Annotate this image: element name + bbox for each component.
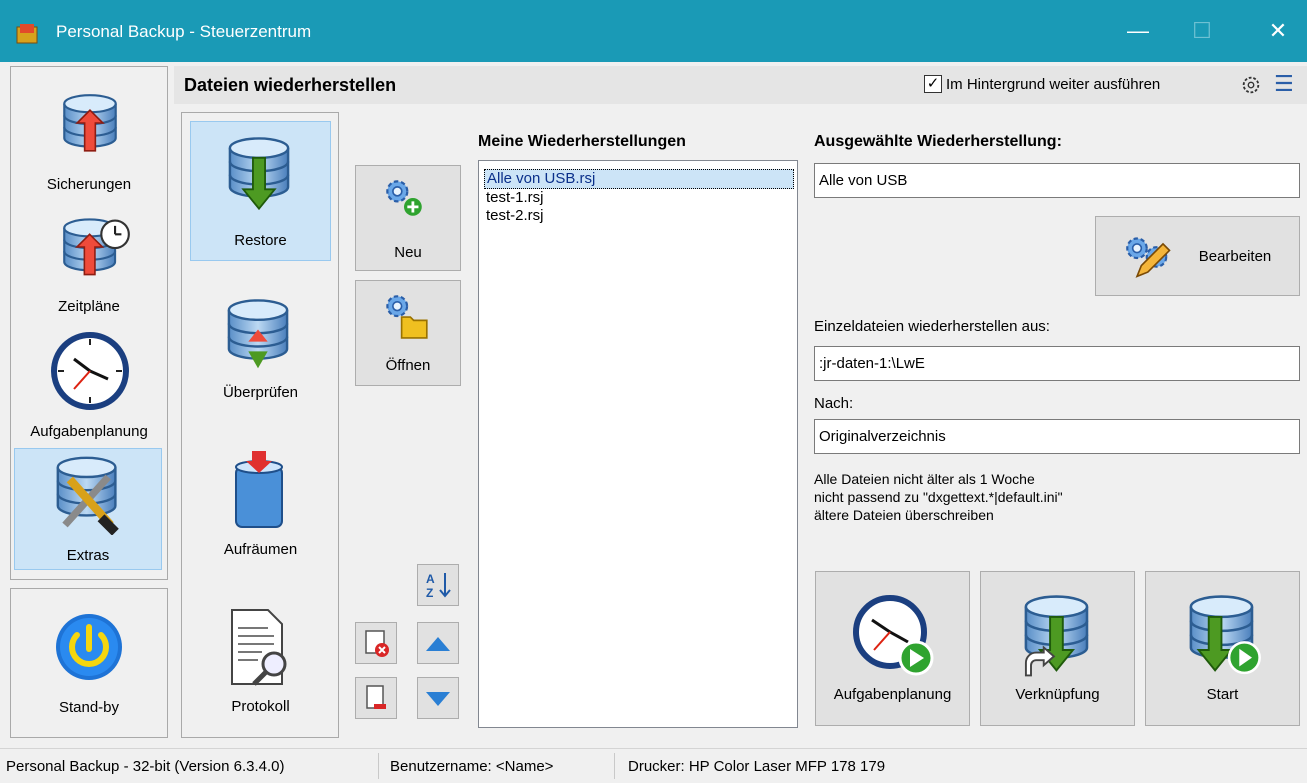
sidebar-item-label: Sicherungen [46,176,132,193]
list-item[interactable]: test-1.rsj [486,189,544,207]
sidebar-item-label: Extras [66,547,110,564]
restores-list[interactable]: Alle von USB.rsj test-1.rsj test-2.rsj [478,160,798,728]
checkbox-label: Im Hintergrund weiter ausführen [946,76,1161,93]
log-document-icon [231,609,287,686]
status-separator [614,753,615,779]
restore-from-label: Einzeldateien wiederherstellen aus: [814,318,1050,335]
restores-title: Meine Wiederherstellungen [478,133,686,150]
minimize-button[interactable]: — [1118,16,1158,46]
delete-button[interactable] [355,622,397,664]
restore-info: Alle Dateien nicht älter als 1 Woche nic… [814,470,1063,524]
list-item[interactable]: test-2.rsj [486,207,544,225]
title-bar: Personal Backup - Steuerzentrum — ☐ ✕ [0,0,1307,62]
sidebar-item-label: Aufgabenplanung [30,423,148,440]
status-bar: Personal Backup - 32-bit (Version 6.3.4.… [0,748,1307,783]
edit-gear-pencil-icon [1126,237,1171,278]
menu-icon[interactable]: ☰ [1274,72,1294,96]
maximize-button[interactable]: ☐ [1182,16,1222,46]
edit-button[interactable]: Bearbeiten [1095,216,1300,296]
new-label: Neu [394,244,422,261]
open-label: Öffnen [385,357,431,374]
backup-icon [63,94,117,152]
standby-label: Stand-by [58,699,120,716]
standby-button[interactable]: Stand-by [10,588,168,738]
schedule-label: Aufgabenplanung [833,686,952,703]
restore-name-field[interactable]: Alle von USB [814,163,1300,198]
restore-to-field[interactable]: Originalverzeichnis [814,419,1300,454]
power-icon [56,614,122,680]
info-line: ältere Dateien überschreiben [814,507,994,523]
shortcut-icon [1024,595,1089,677]
sort-button[interactable]: A Z [417,564,459,606]
subnav-item-cleanup[interactable]: Aufräumen [190,445,331,565]
shortcut-button[interactable]: Verknüpfung [980,571,1135,726]
remove-file-icon [366,685,386,709]
move-down-button[interactable] [417,677,459,719]
schedule-icon [63,218,130,276]
move-up-button[interactable] [417,622,459,664]
settings-gear-icon[interactable] [1240,74,1262,96]
arrow-down-icon [426,692,450,706]
sidebar-item-task-scheduling[interactable]: Aufgabenplanung [12,325,166,445]
schedule-button[interactable]: Aufgabenplanung [815,571,970,726]
status-separator [378,753,379,779]
close-button[interactable]: ✕ [1258,16,1298,46]
cleanup-bin-icon [235,451,283,528]
edit-label: Bearbeiten [1198,248,1272,265]
checkbox-check-icon[interactable]: ✓ [924,75,942,93]
sidebar-item-extras[interactable]: Extras [14,448,162,570]
subnav-item-label: Restore [234,232,287,249]
restore-to-label: Nach: [814,395,854,412]
start-restore-icon [1189,595,1261,675]
subnav-item-log[interactable]: Protokoll [190,598,331,728]
sidebar-item-backups[interactable]: Sicherungen [12,70,166,200]
section-header: Dateien wiederherstellen ✓ Im Hintergrun… [174,66,1307,104]
svg-text:Z: Z [426,586,433,600]
list-item[interactable]: Alle von USB.rsj [484,169,794,189]
app-icon [16,24,38,44]
shortcut-label: Verknüpfung [1015,686,1100,703]
subnav-item-verify[interactable]: Überprüfen [190,290,331,410]
subnav-item-restore[interactable]: Restore [190,121,331,261]
status-user: Benutzername: <Name> [390,758,554,775]
selected-title: Ausgewählte Wiederherstellung: [814,133,1062,150]
page-title: Dateien wiederherstellen [184,75,397,95]
info-line: nicht passend zu "dxgettext.*|default.in… [814,489,1063,505]
new-button[interactable]: Neu [355,165,461,271]
start-button[interactable]: Start [1145,571,1300,726]
delete-file-icon [365,630,389,657]
sidebar-item-schedules[interactable]: Zeitpläne [12,200,166,325]
tools-icon [56,456,119,535]
subnav-item-label: Überprüfen [222,384,299,401]
start-label: Start [1206,686,1239,703]
clock-icon [51,332,129,410]
subnav-item-label: Aufräumen [223,541,298,558]
status-printer: Drucker: HP Color Laser MFP 178 179 [628,758,886,775]
arrow-up-icon [426,637,450,651]
window-title: Personal Backup - Steuerzentrum [56,22,312,41]
new-gear-icon [386,180,422,216]
svg-text:A: A [426,572,435,586]
restore-icon [228,137,290,211]
restore-from-field[interactable]: :jr-daten-1:\LwE [814,346,1300,381]
subnav-item-label: Protokoll [231,698,290,715]
status-version: Personal Backup - 32-bit (Version 6.3.4.… [6,758,285,775]
open-button[interactable]: Öffnen [355,280,461,386]
open-folder-icon [386,295,428,339]
remove-button[interactable] [355,677,397,719]
sort-az-icon: A Z [426,572,451,600]
sidebar-item-label: Zeitpläne [58,298,120,315]
verify-icon [227,299,289,369]
info-line: Alle Dateien nicht älter als 1 Woche [814,471,1035,487]
clock-start-icon [853,595,934,676]
